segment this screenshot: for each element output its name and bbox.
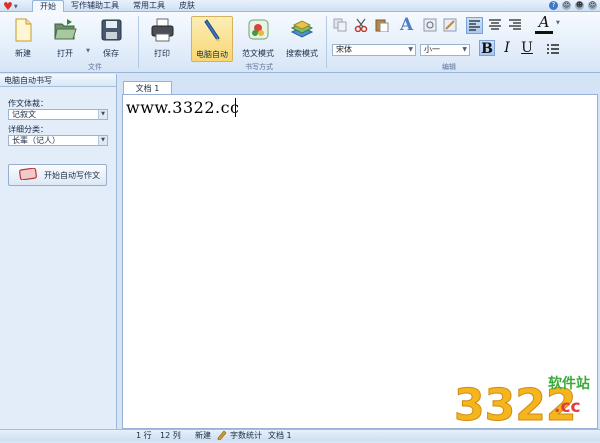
paste-icon[interactable] (375, 18, 389, 33)
chevron-down-icon: ▼ (98, 136, 107, 145)
chevron-down-icon: ▼ (86, 48, 90, 54)
ribbon-separator (326, 16, 327, 68)
ribbon-tab-strip: ♥ ▼ 开始 写作辅助工具 常用工具 皮肤 ? ☺ ☻ ☺ (0, 0, 600, 13)
sample-mode-button[interactable]: 范文模式 (240, 16, 276, 62)
feedback-icon[interactable]: ☺ (588, 1, 597, 10)
status-wordcount[interactable]: 字数统计 (230, 430, 262, 441)
start-auto-write-button[interactable]: 开始自动写作文 (8, 164, 107, 186)
genre-select[interactable]: 记叙文 ▼ (8, 109, 108, 120)
replace-icon[interactable] (443, 18, 457, 32)
text-caret (235, 98, 236, 117)
chevron-down-icon: ▼ (13, 3, 18, 10)
align-left-icon[interactable] (466, 17, 483, 34)
ribbon-separator (138, 16, 139, 68)
cut-icon[interactable] (354, 18, 368, 33)
chevron-down-icon: ▼ (98, 110, 107, 119)
tab-writing-tools[interactable]: 写作辅助工具 (64, 0, 126, 12)
group-label-edit: 编辑 (442, 63, 456, 71)
category-label: 详细分类： (8, 125, 48, 134)
new-document-icon (10, 16, 36, 44)
document-editor[interactable]: www.3322.cc (122, 94, 598, 429)
category-select[interactable]: 长辈（记人） ▼ (8, 135, 108, 146)
list-icon[interactable] (546, 42, 560, 56)
wordcount-icon (217, 430, 227, 443)
font-name-select[interactable]: 宋体 ▼ (332, 44, 416, 56)
card-icon (19, 167, 37, 182)
font-size-select[interactable]: 小一 ▼ (420, 44, 470, 56)
document-area: 文档 1 www.3322.cc (118, 74, 600, 429)
find-icon[interactable] (423, 18, 437, 32)
folder-open-icon (52, 16, 78, 44)
printer-icon (149, 16, 175, 44)
status-new[interactable]: 新建 (195, 430, 211, 441)
align-right-icon[interactable] (508, 18, 522, 32)
template-icon (245, 16, 271, 44)
pen-icon (199, 17, 225, 45)
underline-button[interactable]: U (519, 40, 535, 56)
contact-icon[interactable]: ☻ (575, 1, 584, 10)
copy-icon[interactable] (333, 18, 347, 32)
group-label-file: 文件 (88, 63, 102, 71)
auto-write-button[interactable]: 电脑自动 (191, 16, 233, 62)
bold-button[interactable]: B (479, 40, 495, 57)
italic-button[interactable]: I (499, 40, 515, 56)
status-line: 1 行 (136, 431, 152, 440)
help-icon[interactable]: ? (549, 1, 558, 10)
ribbon: 新建 打开 ▼ 保存 文件 打印 电脑自动 范文模式 搜索模式 书写方式 A A… (0, 12, 600, 73)
books-icon (289, 16, 315, 44)
status-column: 12 列 (160, 431, 181, 440)
floppy-disk-icon (98, 16, 124, 44)
save-button[interactable]: 保存 (96, 16, 126, 62)
new-button[interactable]: 新建 (6, 16, 40, 62)
chevron-down-icon: ▼ (462, 46, 467, 53)
genre-label: 作文体裁： (8, 99, 48, 108)
panel-title: 电脑自动书写 (0, 74, 116, 87)
font-color-icon[interactable]: A (535, 15, 553, 35)
tab-skin[interactable]: 皮肤 (172, 0, 202, 12)
chevron-down-icon[interactable]: ▼ (556, 20, 562, 34)
open-button[interactable]: 打开 (50, 16, 80, 62)
auto-write-panel: 电脑自动书写 作文体裁： 记叙文 ▼ 详细分类： 长辈（记人） ▼ 开始自动写作… (0, 74, 117, 429)
tab-common-tools[interactable]: 常用工具 (126, 0, 172, 12)
user-icon[interactable]: ☺ (562, 1, 571, 10)
chevron-down-icon: ▼ (408, 46, 413, 53)
search-mode-button[interactable]: 搜索模式 (284, 16, 320, 62)
align-center-icon[interactable] (488, 18, 502, 32)
document-text[interactable]: www.3322.cc (126, 98, 240, 117)
status-document: 文档 1 (268, 431, 292, 440)
tab-document-1[interactable]: 文档 1 (123, 81, 172, 95)
group-label-writing-mode: 书写方式 (245, 63, 273, 71)
font-style-icon[interactable]: A (400, 16, 416, 34)
status-bar: 1 行 12 列 新建 字数统计 文档 1 (0, 429, 600, 441)
heart-icon: ♥ (3, 0, 13, 13)
app-menu-button[interactable]: ♥ ▼ (3, 1, 19, 12)
print-button[interactable]: 打印 (146, 16, 178, 62)
